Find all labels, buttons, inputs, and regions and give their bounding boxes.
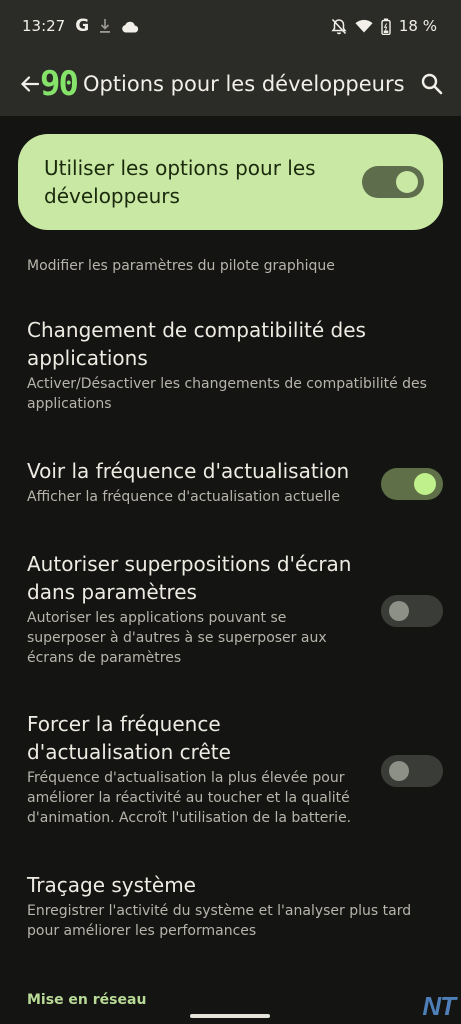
- pref-title: Voir la fréquence d'actualisation: [27, 459, 350, 483]
- page-title: Options pour les développeurs: [82, 72, 405, 96]
- pref-show-refresh-rate[interactable]: Voir la fréquence d'actualisation Affich…: [27, 457, 367, 507]
- download-icon: [99, 18, 111, 34]
- show-refresh-rate-switch[interactable]: [381, 468, 443, 500]
- pref-summary: Autoriser les applications pouvant se su…: [27, 610, 327, 666]
- pref-summary: Activer/Désactiver les changements de co…: [27, 376, 427, 412]
- pref-summary: Enregistrer l'activité du système et l'a…: [27, 903, 412, 939]
- app-bar: 90 Options pour les développeurs: [0, 52, 461, 116]
- gesture-nav-handle[interactable]: [190, 1014, 270, 1018]
- status-time: 13:27: [22, 17, 66, 35]
- switch-thumb: [396, 171, 418, 193]
- pref-summary: Fréquence d'actualisation la plus élevée…: [27, 770, 352, 826]
- status-left: 13:27 G: [22, 16, 139, 36]
- pref-title: Autoriser superpositions d'écran dans pa…: [27, 552, 352, 604]
- pref-title: Traçage système: [27, 873, 196, 897]
- master-toggle-switch[interactable]: [362, 166, 424, 198]
- master-toggle-card[interactable]: Utiliser les options pour les développeu…: [18, 134, 443, 230]
- switch-thumb: [389, 761, 409, 781]
- switch-thumb: [389, 601, 409, 621]
- back-arrow-icon[interactable]: [20, 73, 42, 95]
- google-g-icon: G: [75, 16, 90, 36]
- pref-summary: Modifier les paramètres du pilote graphi…: [27, 258, 335, 274]
- status-right: 18 %: [331, 17, 437, 35]
- watermark-logo: NT: [422, 991, 456, 1021]
- pref-title: Changement de compatibilité des applicat…: [27, 318, 366, 370]
- allow-overlays-switch[interactable]: [381, 595, 443, 627]
- status-bar: 13:27 G 18 %: [0, 0, 461, 52]
- pref-graphics-driver[interactable]: Modifier les paramètres du pilote graphi…: [27, 254, 447, 276]
- pref-allow-overlays-settings[interactable]: Autoriser superpositions d'écran dans pa…: [27, 550, 367, 668]
- pref-system-tracing[interactable]: Traçage système Enregistrer l'activité d…: [27, 871, 427, 941]
- battery-icon: [381, 18, 391, 35]
- master-toggle-label: Utiliser les options pour les développeu…: [44, 156, 316, 208]
- pref-force-peak-refresh[interactable]: Forcer la fréquence d'actualisation crêt…: [27, 710, 367, 828]
- force-peak-refresh-switch[interactable]: [381, 755, 443, 787]
- switch-thumb: [414, 473, 436, 495]
- wifi-icon: [355, 19, 373, 33]
- pref-summary: Afficher la fréquence d'actualisation ac…: [27, 489, 340, 505]
- refresh-rate-overlay: 90: [40, 64, 79, 104]
- pref-app-compat-changes[interactable]: Changement de compatibilité des applicat…: [27, 316, 447, 414]
- pref-title: Forcer la fréquence d'actualisation crêt…: [27, 712, 231, 764]
- search-icon[interactable]: [419, 71, 445, 97]
- notifications-off-icon: [331, 18, 347, 35]
- settings-list[interactable]: Modifier les paramètres du pilote graphi…: [0, 116, 461, 1024]
- section-header-networking: Mise en réseau: [27, 992, 147, 1008]
- battery-percent: 18 %: [398, 17, 437, 35]
- cloud-icon: [121, 20, 139, 33]
